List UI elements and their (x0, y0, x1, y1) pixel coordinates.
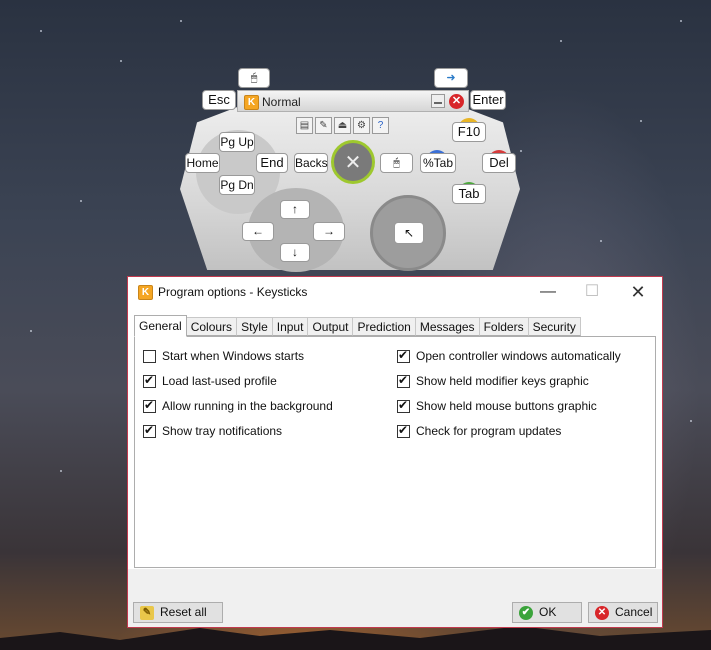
key-pcttab[interactable]: %Tab (420, 153, 456, 173)
checkbox-checked[interactable] (143, 423, 156, 438)
dialog-footer: ✎ Reset all ✔ OK ✕ Cancel (128, 569, 662, 627)
tab-messages[interactable]: Messages (415, 317, 480, 336)
ok-check-icon: ✔ (519, 605, 533, 620)
eject-icon[interactable]: ⏏ (334, 117, 351, 134)
arrow-right-icon[interactable]: → (313, 222, 345, 241)
key-f10[interactable]: F10 (452, 122, 486, 142)
cursor-icon[interactable]: ↖ (394, 222, 424, 244)
option-label: Show held modifier keys graphic (416, 374, 589, 388)
option-label: Start when Windows starts (162, 349, 305, 363)
tab-input[interactable]: Input (272, 317, 309, 336)
key-backs[interactable]: Backs (294, 153, 328, 173)
cancel-label: Cancel (615, 605, 653, 619)
option-run-in-background[interactable]: Allow running in the background (143, 398, 333, 414)
dialog-title: Program options - Keysticks (158, 285, 308, 299)
checkbox[interactable] (143, 349, 156, 363)
option-modifier-keys-graphic[interactable]: Show held modifier keys graphic (397, 373, 589, 389)
controller-toolbar: ▤ ✎ ⏏ ⚙ ? (296, 117, 389, 135)
option-open-controller-windows[interactable]: Open controller windows automatically (397, 348, 621, 364)
key-tab[interactable]: Tab (452, 184, 486, 204)
tab-prediction[interactable]: Prediction (353, 317, 416, 336)
option-mouse-buttons-graphic[interactable]: Show held mouse buttons graphic (397, 398, 597, 414)
key-pgup[interactable]: Pg Up (219, 132, 255, 152)
general-tab-panel: Start when Windows starts Load last-used… (134, 336, 656, 568)
ok-button[interactable]: ✔ OK (512, 602, 582, 623)
mouse-icon[interactable]: 🖱 (238, 68, 270, 88)
tab-folders[interactable]: Folders (479, 317, 529, 336)
settings-icon[interactable]: ⚙ (353, 117, 370, 134)
option-label: Check for program updates (416, 424, 562, 438)
key-enter[interactable]: Enter (470, 90, 506, 110)
help-icon[interactable]: ? (372, 117, 389, 134)
controller-titlebar[interactable]: K Normal ✕ (237, 90, 469, 112)
close-icon[interactable]: ✕ (449, 94, 464, 109)
reset-all-button[interactable]: ✎ Reset all (133, 602, 223, 623)
key-del[interactable]: Del (482, 153, 516, 173)
option-label: Allow running in the background (162, 399, 333, 413)
option-start-with-windows[interactable]: Start when Windows starts (143, 348, 304, 364)
tab-general[interactable]: General (134, 315, 187, 337)
minimize-button[interactable]: — (526, 279, 570, 305)
tab-colours[interactable]: Colours (186, 317, 238, 336)
checkbox-checked[interactable] (397, 348, 410, 363)
maximize-button[interactable]: ☐ (570, 279, 614, 305)
option-label: Show held mouse buttons graphic (416, 399, 597, 413)
key-end[interactable]: End (256, 153, 288, 173)
key-esc[interactable]: Esc (202, 90, 236, 110)
arrow-up-icon[interactable]: ↑ (280, 200, 310, 219)
option-label: Show tray notifications (162, 424, 283, 438)
folder-icon[interactable]: ▤ (296, 117, 313, 134)
tab-security[interactable]: Security (528, 317, 581, 336)
option-check-updates[interactable]: Check for program updates (397, 423, 561, 439)
checkbox-checked[interactable] (397, 423, 410, 438)
export-icon[interactable]: ➜ (434, 68, 468, 88)
tab-style[interactable]: Style (237, 317, 273, 336)
reset-all-label: Reset all (160, 605, 207, 619)
cancel-x-icon: ✕ (595, 605, 609, 620)
checkbox-checked[interactable] (397, 373, 410, 388)
minimize-icon[interactable] (431, 94, 445, 108)
option-label: Load last-used profile (162, 374, 277, 388)
keysticks-logo-icon: K (244, 95, 259, 110)
checkbox-checked[interactable] (143, 398, 156, 413)
checkbox-checked[interactable] (397, 398, 410, 413)
edit-icon[interactable]: ✎ (315, 117, 332, 134)
ok-label: OK (539, 605, 557, 619)
reset-icon: ✎ (140, 605, 154, 620)
option-label: Open controller windows automatically (416, 349, 621, 363)
controller-profile-title: Normal (262, 95, 301, 109)
key-home[interactable]: Home (185, 153, 220, 173)
arrow-left-icon[interactable]: ← (242, 222, 274, 241)
option-tray-notifications[interactable]: Show tray notifications (143, 423, 282, 439)
xbox-guide-button[interactable] (331, 140, 375, 184)
option-load-last-profile[interactable]: Load last-used profile (143, 373, 277, 389)
arrow-down-icon[interactable]: ↓ (280, 243, 310, 262)
close-button[interactable]: ✕ (616, 279, 660, 305)
program-options-dialog: K Program options - Keysticks — ☐ ✕ Gene… (127, 276, 663, 628)
mouse-wheel-icon[interactable]: 🖱 (380, 153, 413, 173)
cancel-button[interactable]: ✕ Cancel (588, 602, 658, 623)
checkbox-checked[interactable] (143, 373, 156, 388)
key-pgdn[interactable]: Pg Dn (219, 175, 255, 195)
options-tabs: General Colours Style Input Output Predi… (134, 315, 581, 337)
tab-output[interactable]: Output (308, 317, 354, 336)
keysticks-logo-icon: K (138, 285, 153, 300)
